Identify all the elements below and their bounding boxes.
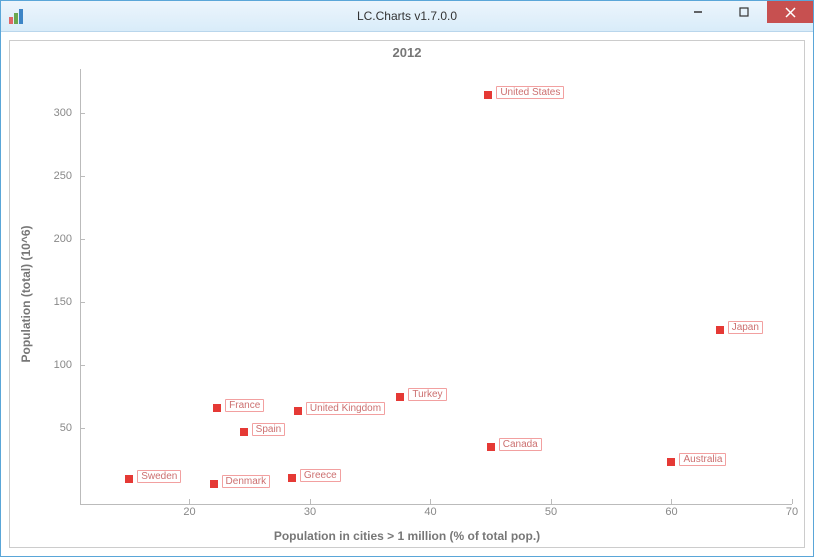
x-axis-label: Population in cities > 1 million (% of t… — [10, 529, 804, 543]
close-button[interactable] — [767, 1, 813, 23]
data-point-label: Japan — [728, 321, 763, 334]
maximize-button[interactable] — [721, 1, 767, 23]
data-point[interactable]: France — [213, 404, 221, 412]
data-point-label: Australia — [679, 453, 726, 466]
data-point[interactable]: Denmark — [210, 480, 218, 488]
data-point-label: Turkey — [408, 388, 446, 401]
data-point-label: Greece — [300, 469, 341, 482]
data-point[interactable]: United States — [484, 91, 492, 99]
app-window: LC.Charts v1.7.0.0 2012 Population (tota… — [0, 0, 814, 557]
minimize-icon — [693, 7, 703, 17]
data-point-label: France — [225, 399, 264, 412]
data-point[interactable]: Greece — [288, 474, 296, 482]
data-point[interactable]: Sweden — [125, 475, 133, 483]
plot-area: 20304050607050100150200250300SwedenDenma… — [80, 69, 792, 505]
data-point-label: Canada — [499, 438, 542, 451]
data-point-label: United States — [496, 86, 564, 99]
data-point-label: Sweden — [137, 470, 181, 483]
minimize-button[interactable] — [675, 1, 721, 23]
data-point[interactable]: Spain — [240, 428, 248, 436]
titlebar[interactable]: LC.Charts v1.7.0.0 — [1, 1, 813, 32]
app-bar-chart-icon — [9, 8, 25, 24]
window-buttons — [675, 1, 813, 31]
data-point-label: Spain — [252, 423, 286, 436]
data-point[interactable]: Australia — [667, 458, 675, 466]
chart-panel: 2012 Population (total) (10^6) Populatio… — [9, 40, 805, 548]
data-point[interactable]: Canada — [487, 443, 495, 451]
chart-title: 2012 — [10, 45, 804, 60]
data-point[interactable]: United Kingdom — [294, 407, 302, 415]
data-point[interactable]: Turkey — [396, 393, 404, 401]
y-axis-label: Population (total) (10^6) — [19, 225, 33, 362]
maximize-icon — [739, 7, 749, 17]
data-point[interactable]: Japan — [716, 326, 724, 334]
data-point-label: Denmark — [222, 475, 271, 488]
data-point-label: United Kingdom — [306, 402, 385, 415]
close-icon — [785, 7, 796, 18]
